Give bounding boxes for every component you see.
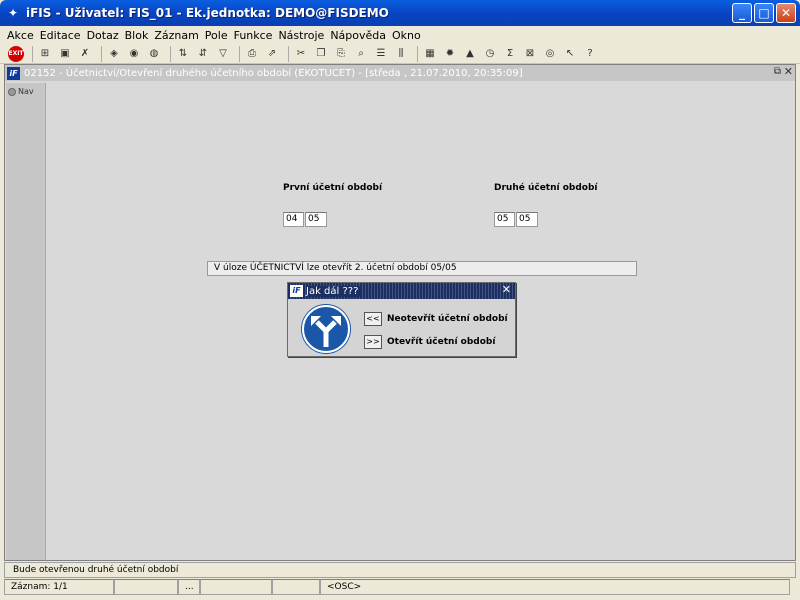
decision-dialog: iF Jak dál ??? ✕ << Neotevřít účetní obd…: [287, 282, 516, 357]
forward-button[interactable]: >>: [364, 335, 382, 349]
menu-napoveda[interactable]: Nápověda: [327, 29, 389, 42]
toolbar-separator: [239, 45, 240, 62]
first-period-label: První účetní období: [283, 183, 383, 193]
form-title: 02152 - Účetnictví/Otevření druhého účet…: [24, 67, 523, 79]
status-message-bar: Bude otevřenou druhé účetní období: [4, 562, 796, 578]
menu-pole[interactable]: Pole: [202, 29, 231, 42]
cut-icon[interactable]: ✂: [293, 46, 309, 62]
window-title: iFIS - Uživatel: FIS_01 - Ek.jednotka: D…: [26, 6, 389, 20]
nav-panel: Nav: [6, 83, 46, 560]
back-button[interactable]: <<: [364, 312, 382, 326]
menu-funkce[interactable]: Funkce: [231, 29, 276, 42]
help-icon[interactable]: ?: [582, 46, 598, 62]
status-cell-5: [272, 579, 320, 595]
toolbar-separator: [32, 45, 33, 62]
execute-query-icon[interactable]: ◉: [126, 46, 142, 62]
menu-blok[interactable]: Blok: [122, 29, 152, 42]
filter-icon[interactable]: ▽: [215, 46, 231, 62]
help-pointer-icon[interactable]: ↖: [562, 46, 578, 62]
form-close-icon[interactable]: ✕: [784, 65, 793, 78]
toolbar-separator: [288, 45, 289, 62]
web-icon[interactable]: ◎: [542, 46, 558, 62]
nav-button[interactable]: Nav: [6, 83, 45, 100]
minimize-button[interactable]: _: [732, 3, 752, 23]
delete-record-icon[interactable]: ✗: [77, 46, 93, 62]
dialog-titlebar: iF Jak dál ??? ✕: [288, 283, 515, 299]
copy-icon[interactable]: ❐: [313, 46, 329, 62]
fork-arrow-sign-icon: [302, 305, 350, 353]
dialog-close-icon[interactable]: ✕: [502, 283, 511, 296]
dialog-title: Jak dál ???: [306, 285, 363, 297]
excel-icon[interactable]: ⊠: [522, 46, 538, 62]
insert-record-icon[interactable]: ⊞: [37, 46, 53, 62]
form-titlebar: iF 02152 - Účetnictví/Otevření druhého ú…: [5, 65, 795, 81]
do-not-open-option[interactable]: Neotevřít účetní období: [387, 314, 508, 324]
info-message: V úloze ÚČETNICTVÍ lze otevřít 2. účetní…: [207, 261, 637, 276]
close-button[interactable]: ✕: [776, 3, 796, 23]
menu-bar: Akce Editace Dotaz Blok Záznam Pole Funk…: [0, 26, 800, 44]
settings-icon[interactable]: ✹: [442, 46, 458, 62]
ifis-logo-icon: iF: [290, 285, 303, 297]
sum-icon[interactable]: Σ: [502, 46, 518, 62]
toolbar: EXIT ⊞ ▣ ✗ ◈ ◉ ◍ ⇅ ⇵ ▽ ⎙ ⇗ ✂ ❐ ⎘ ⌕ ☰ ⫼ ▦…: [0, 44, 800, 64]
status-bar: Záznam: 1/1 ... <OSC>: [4, 579, 796, 595]
print-icon[interactable]: ⎙: [244, 46, 260, 62]
maximize-button[interactable]: □: [754, 3, 774, 23]
nav-dot-icon: [8, 87, 16, 96]
clock-icon[interactable]: ◷: [482, 46, 498, 62]
window-titlebar: ✦ iFIS - Uživatel: FIS_01 - Ek.jednotka:…: [0, 0, 800, 26]
save-icon[interactable]: ▣: [57, 46, 73, 62]
find-icon[interactable]: ⌕: [353, 46, 369, 62]
app-icon: ✦: [7, 6, 19, 20]
second-period-label: Druhé účetní období: [494, 183, 598, 193]
toolbar-separator: [417, 45, 418, 62]
menu-nastroje[interactable]: Nástroje: [275, 29, 327, 42]
window-controls: _ □ ✕: [732, 3, 796, 23]
status-cell-4: [200, 579, 272, 595]
menu-akce[interactable]: Akce: [4, 29, 37, 42]
list-icon[interactable]: ☰: [373, 46, 389, 62]
query-icon[interactable]: ◈: [106, 46, 122, 62]
mode-indicator: <OSC>: [320, 579, 790, 595]
chart-icon[interactable]: ▲: [462, 46, 478, 62]
first-period-year-field[interactable]: 05: [305, 212, 327, 227]
calculator-icon[interactable]: ▦: [422, 46, 438, 62]
toolbar-separator: [170, 45, 171, 62]
restore-icon[interactable]: ⧉: [774, 66, 781, 77]
first-period-month-field[interactable]: 04: [283, 212, 304, 227]
record-counter: Záznam: 1/1: [4, 579, 114, 595]
menu-okno[interactable]: Okno: [389, 29, 424, 42]
open-option[interactable]: Otevřít účetní období: [387, 337, 495, 347]
cancel-query-icon[interactable]: ◍: [146, 46, 162, 62]
export-icon[interactable]: ⇗: [264, 46, 280, 62]
second-period-month-field[interactable]: 05: [494, 212, 515, 227]
second-period-year-field[interactable]: 05: [516, 212, 538, 227]
sort-desc-icon[interactable]: ⇵: [195, 46, 211, 62]
menu-editace[interactable]: Editace: [37, 29, 84, 42]
exit-icon[interactable]: EXIT: [8, 45, 24, 62]
menu-dotaz[interactable]: Dotaz: [84, 29, 122, 42]
columns-icon[interactable]: ⫼: [393, 46, 409, 62]
menu-zaznam[interactable]: Záznam: [151, 29, 201, 42]
nav-label: Nav: [18, 87, 34, 96]
paste-icon[interactable]: ⎘: [333, 46, 349, 62]
toolbar-separator: [101, 45, 102, 62]
ifis-logo-icon: iF: [7, 66, 20, 80]
status-cell-2: [114, 579, 178, 595]
status-cell-3: ...: [178, 579, 200, 595]
sort-icon[interactable]: ⇅: [175, 46, 191, 62]
